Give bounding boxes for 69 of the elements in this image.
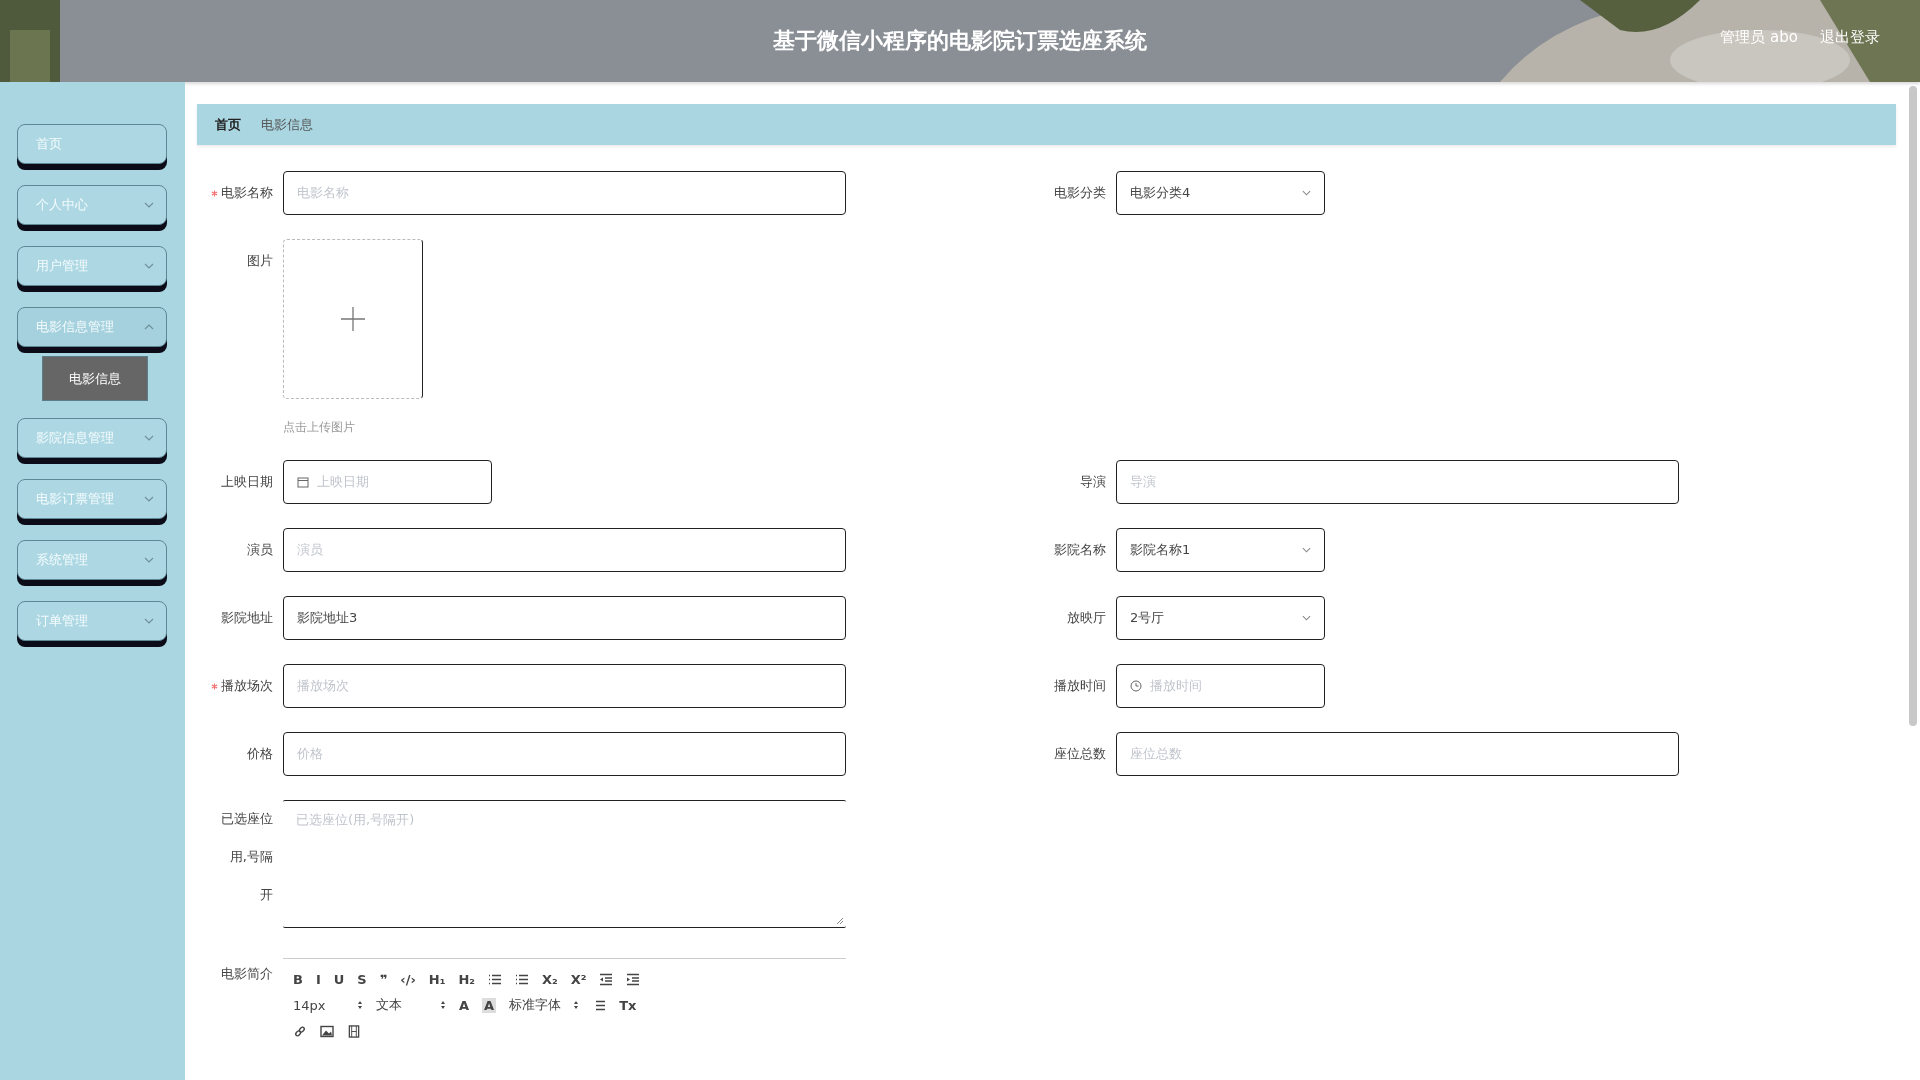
chevron-icon <box>144 435 154 441</box>
chevron-icon <box>144 324 154 330</box>
field-label: 电影分类 <box>1054 184 1106 202</box>
field-label: 演员 <box>247 541 273 559</box>
sidebar-subitem[interactable]: 电影信息 <box>42 356 148 401</box>
format-tool[interactable]: ‹/› <box>400 971 416 987</box>
chevron-icon <box>144 263 154 269</box>
app-title: 基于微信小程序的电影院订票选座系统 <box>773 27 1147 55</box>
format-tool[interactable]: H₁ <box>428 971 446 987</box>
format-tool[interactable]: ❞ <box>379 971 388 987</box>
format-tool[interactable]: X² <box>570 971 587 987</box>
calendar-icon <box>297 476 309 488</box>
toolbar-select[interactable]: 标准字体 <box>509 996 580 1014</box>
chevron-icon <box>144 618 154 624</box>
clock-icon <box>1130 680 1142 692</box>
field-label: 放映厅 <box>1067 609 1106 627</box>
scrollbar[interactable] <box>1909 86 1917 726</box>
updown-arrows-icon <box>573 1000 580 1010</box>
resize-handle-icon[interactable] <box>836 917 844 925</box>
highlight-tool[interactable]: A <box>482 997 497 1013</box>
chevron-icon <box>144 202 154 208</box>
list-icon[interactable] <box>487 972 502 986</box>
field-label: 电影简介 <box>221 965 273 983</box>
toolbar-select[interactable]: 文本 <box>376 996 446 1014</box>
field-label: 座位总数 <box>1054 745 1106 763</box>
breadcrumb-link[interactable]: 首页 <box>215 115 241 134</box>
format-tool[interactable]: X₂ <box>541 971 558 987</box>
list-icon[interactable] <box>514 972 529 986</box>
toolbar-select[interactable]: 14px <box>293 997 363 1013</box>
image-icon[interactable] <box>320 1024 334 1038</box>
select-field[interactable]: 电影分类4 <box>1116 171 1325 215</box>
select-field[interactable]: 2号厅 <box>1116 596 1325 640</box>
plus-icon <box>341 307 365 331</box>
link-icon[interactable] <box>293 1024 307 1038</box>
field-label: 播放场次 <box>221 677 273 695</box>
indent-icon[interactable] <box>626 972 641 986</box>
select-field[interactable]: 影院名称1 <box>1116 528 1325 572</box>
chevron-icon <box>144 557 154 563</box>
updown-arrows-icon <box>440 1000 446 1010</box>
breadcrumb-link[interactable]: 电影信息 <box>261 115 313 134</box>
format-tool[interactable]: I <box>315 971 321 987</box>
format-tool[interactable]: Tx <box>619 997 637 1013</box>
format-tool[interactable]: B <box>293 971 303 987</box>
required-icon <box>211 189 218 197</box>
field-label: 上映日期 <box>221 473 273 491</box>
chevron-icon <box>144 496 154 502</box>
format-tool[interactable]: S <box>357 971 367 987</box>
field-label: 播放时间 <box>1054 677 1106 695</box>
field-label: 导演 <box>1080 473 1106 491</box>
indent-icon[interactable] <box>599 972 614 986</box>
text-field[interactable]: 影院地址3 <box>283 596 846 640</box>
field-label: 影院名称 <box>1054 541 1106 559</box>
chevron-icon <box>1302 615 1311 621</box>
format-tool[interactable]: U <box>333 971 345 987</box>
format-tool[interactable]: A <box>459 997 470 1013</box>
field-label: 影院地址 <box>221 609 273 627</box>
chevron-icon <box>1302 190 1311 196</box>
user-label: 管理员 abo <box>1720 28 1798 47</box>
logout-link[interactable]: 退出登录 <box>1820 28 1880 47</box>
field-label: 已选座位用,号隔开 <box>220 810 273 904</box>
updown-arrows-icon <box>357 1000 363 1010</box>
field-label: 价格 <box>247 745 273 763</box>
field-label: 图片 <box>247 252 273 270</box>
video-icon[interactable] <box>347 1024 361 1038</box>
chevron-icon <box>1302 547 1311 553</box>
required-icon <box>211 682 218 690</box>
upload-hint: 点击上传图片 <box>283 419 356 436</box>
field-label: 电影名称 <box>221 184 273 202</box>
format-tool[interactable]: H₂ <box>458 971 475 987</box>
